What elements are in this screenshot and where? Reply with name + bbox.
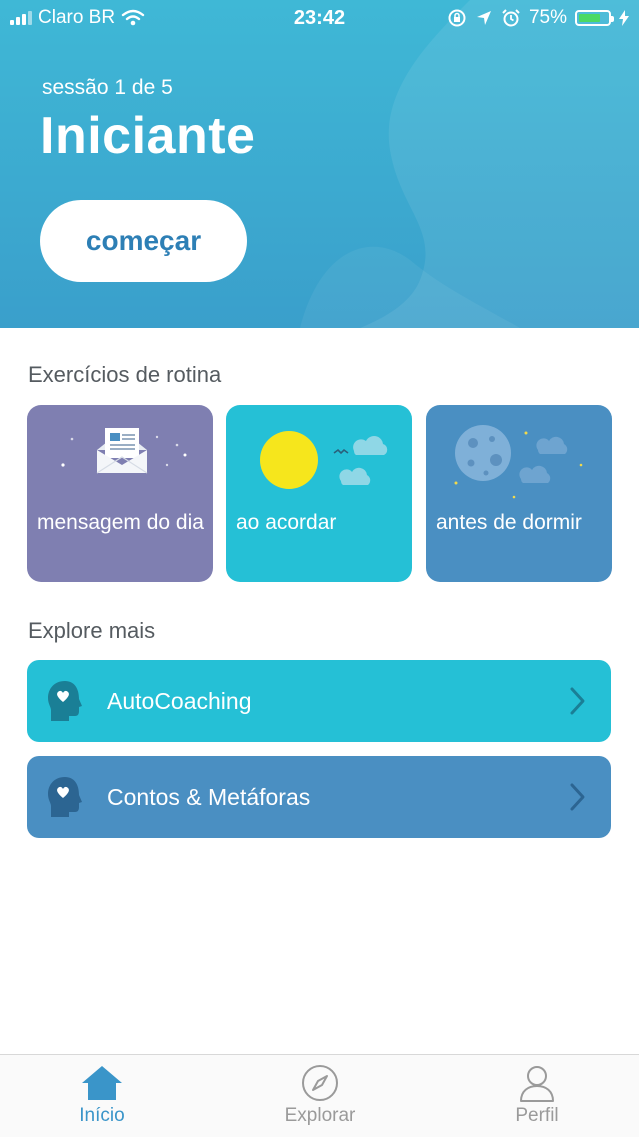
hero-banner: Claro BR 23:42 75% sessão 1 de 5 Inician… (0, 0, 639, 328)
compass-icon (302, 1065, 338, 1101)
chevron-right-icon (570, 687, 585, 715)
battery-fill (579, 14, 600, 22)
routine-card-label: ao acordar (236, 511, 337, 534)
tab-label: Perfil (515, 1105, 559, 1126)
battery-percent: 75% (528, 7, 567, 28)
explore-item-stories[interactable]: Contos & Metáforas (27, 756, 611, 838)
sun-icon (260, 431, 388, 489)
chevron-right-icon (570, 783, 585, 811)
routine-card-label: mensagem do dia (37, 511, 204, 534)
home-icon (82, 1066, 122, 1100)
charging-bolt-icon (619, 10, 629, 26)
session-progress: sessão 1 de 5 (42, 76, 173, 99)
level-title: Iniciante (40, 107, 256, 165)
routine-section-title: Exercícios de rotina (28, 362, 222, 387)
explore-item-autocoaching[interactable]: AutoCoaching (27, 660, 611, 742)
routine-card-morning[interactable]: ao acordar (226, 405, 412, 582)
tab-explore[interactable]: Explorar (260, 1055, 380, 1137)
moon-icon (454, 425, 583, 499)
head-heart-icon (48, 777, 82, 817)
orientation-lock-icon (448, 9, 466, 27)
tab-label: Início (79, 1105, 125, 1126)
routine-card-message[interactable]: mensagem do dia (27, 405, 213, 582)
head-heart-icon (48, 681, 82, 721)
routine-card-label: antes de dormir (436, 511, 582, 534)
routine-card-night[interactable]: antes de dormir (426, 405, 612, 582)
battery-icon (575, 10, 614, 26)
status-bar: Claro BR 23:42 75% (0, 0, 639, 36)
location-icon (476, 11, 491, 25)
explore-item-label: Contos & Metáforas (107, 783, 311, 810)
tab-profile[interactable]: Perfil (477, 1055, 597, 1137)
tab-bar: Início Explorar Perfil (0, 1054, 639, 1137)
tab-label: Explorar (284, 1105, 356, 1126)
explore-item-label: AutoCoaching (107, 687, 252, 714)
start-button[interactable]: começar (40, 200, 247, 282)
tab-home[interactable]: Início (42, 1055, 162, 1137)
explore-section-title: Explore mais (28, 618, 156, 643)
alarm-icon (502, 9, 520, 27)
envelope-icon (61, 428, 187, 474)
person-icon (520, 1066, 554, 1102)
